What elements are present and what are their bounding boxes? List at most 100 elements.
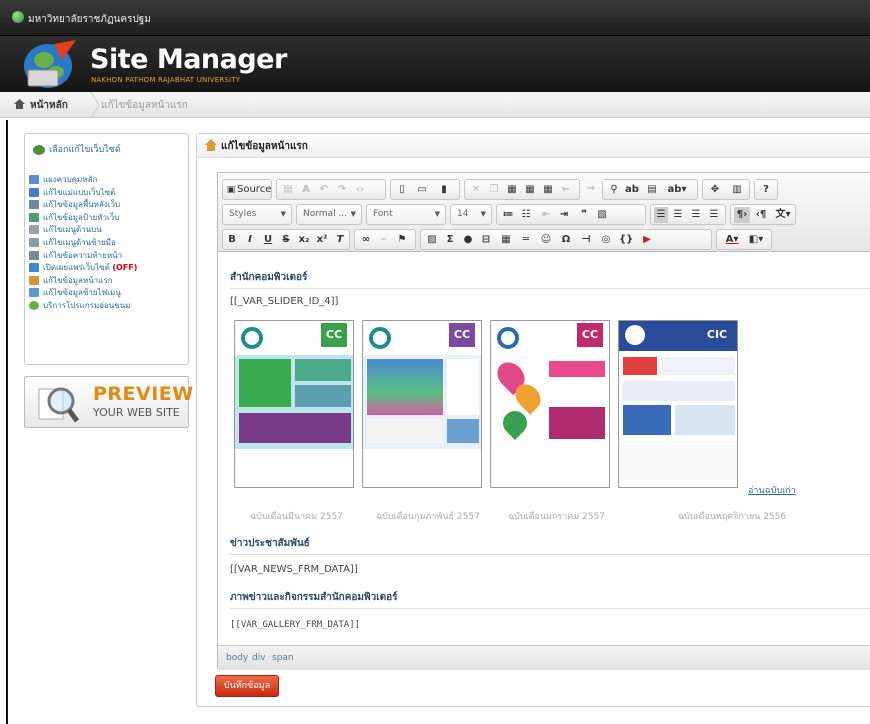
select-site-link[interactable]: เลือกแก้ไขเว็บไซต์ <box>33 142 121 156</box>
superscript-icon[interactable]: x² <box>315 232 329 248</box>
older-issues-link[interactable]: อ่านฉบับเก่า <box>748 483 796 497</box>
maximize-icon[interactable]: ✥ <box>707 182 723 198</box>
thumb-block <box>447 359 479 415</box>
globe-link-icon[interactable]: ◎ <box>599 232 613 248</box>
formula-icon[interactable]: Σ <box>443 232 457 248</box>
path-span[interactable]: span <box>272 653 294 663</box>
find-icon[interactable]: ⚲ <box>607 182 621 198</box>
undo-icon[interactable]: ↶ <box>317 182 331 198</box>
sidebar-item-publish[interactable]: เปิดเผยแพร่เว็บไซต์ (OFF) <box>29 262 187 275</box>
sidebar-item-template[interactable]: แก้ไขแม่แบบเว็บไซต์ <box>29 187 187 200</box>
sidebar-item-label: แผงควบคุมหลัก <box>43 175 98 184</box>
indent-icon[interactable]: ⇥ <box>557 207 571 223</box>
element-path-bar: body div span <box>218 645 870 670</box>
newsletter-thumb-january[interactable]: CC <box>490 320 610 488</box>
save-button[interactable]: บันทึกข้อมูล <box>215 675 279 697</box>
ltr-icon[interactable]: ¶› <box>734 207 750 223</box>
undo-arrow-icon[interactable]: ← <box>559 182 573 198</box>
align-left-icon[interactable]: ☰ <box>654 207 668 223</box>
paste-icon[interactable]: ▦ <box>505 182 519 198</box>
spellcheck-icon[interactable]: ab▾ <box>665 182 689 198</box>
sidebar-item-banner[interactable]: แก้ไขข้อมูลป้ายหัวเว็บ <box>29 212 187 225</box>
blockquote-icon[interactable]: ❞ <box>577 207 591 223</box>
sidebar-item-footer[interactable]: แก้ไขข้อความท้ายหน้า <box>29 250 187 263</box>
cut-icon[interactable]: ✕ <box>469 182 483 198</box>
format-dropdown[interactable]: Normal ... ▼ <box>296 204 362 225</box>
bold-icon[interactable]: B <box>225 232 239 248</box>
numbered-list-icon[interactable]: ≔ <box>501 207 515 223</box>
font-dropdown[interactable]: Font ▼ <box>366 204 446 225</box>
sidebar-item-top-menu[interactable]: แก้ไขเมนูด้านบน <box>29 224 187 237</box>
image-icon[interactable]: ▨ <box>425 232 439 248</box>
justify-icon[interactable]: ☰ <box>707 207 721 223</box>
sidebar-item-label: แก้ไขข้อความท้ายหน้า <box>43 250 123 260</box>
bg-color-icon[interactable]: ◧▾ <box>745 232 767 248</box>
replace-icon[interactable]: ab <box>625 182 639 198</box>
remove-format-icon[interactable]: T <box>333 232 347 248</box>
bullet-list-icon[interactable]: ☷ <box>519 207 533 223</box>
outdent-icon[interactable]: ⇤ <box>539 207 553 223</box>
sidebar-item-label: แก้ไขแม่แบบเว็บไซต์ <box>43 187 116 197</box>
redo-arrow-icon[interactable]: → <box>584 181 598 197</box>
show-blocks-icon[interactable]: ▥ <box>729 182 745 198</box>
language-icon[interactable]: 文▾ <box>773 207 793 223</box>
bold-a-icon[interactable]: A <box>299 182 313 198</box>
horizontal-line-icon[interactable]: ═ <box>519 232 533 248</box>
align-center-icon[interactable]: ☰ <box>671 207 685 223</box>
preview-website-button[interactable]: PREVIEW YOUR WEB SITE <box>24 376 193 428</box>
redo-icon[interactable]: ↷ <box>335 182 349 198</box>
paste-word-icon[interactable]: ▦ <box>541 182 555 198</box>
sidebar-item-label: แก้ไขเมนูด้านบน <box>43 225 102 235</box>
special-char-icon[interactable]: Ω <box>559 232 573 248</box>
save-doc-icon[interactable]: ▤ <box>281 182 295 198</box>
format-value: Normal ... <box>303 209 348 219</box>
sidebar-item-background[interactable]: แก้ไขข้อมูลพื้นหลังเว็บ <box>29 199 187 212</box>
panel-title: แก้ไขข้อมูลหน้าแรก <box>221 141 308 152</box>
div-container-icon[interactable]: ▧ <box>595 207 609 223</box>
newsletter-thumb-february[interactable]: CC <box>362 320 482 488</box>
code-icon[interactable]: ‹› <box>353 182 367 198</box>
copy-icon[interactable]: ❐ <box>487 182 501 198</box>
flash-icon[interactable]: ● <box>461 232 475 248</box>
chevron-down-icon: ▼ <box>480 210 486 218</box>
sidebar-item-homepage[interactable]: แก้ไขข้อมูลหน้าแรก <box>29 275 187 288</box>
table-icon[interactable]: ▦ <box>499 232 513 248</box>
iframe-icon[interactable]: ⊟ <box>479 232 493 248</box>
strike-icon[interactable]: S <box>279 232 293 248</box>
select-all-icon[interactable]: ▤ <box>645 182 659 198</box>
newsletter-thumb-november[interactable]: CIC <box>618 320 738 488</box>
size-dropdown[interactable]: 14 ▼ <box>450 204 492 225</box>
subscript-icon[interactable]: x₂ <box>297 232 311 248</box>
source-button[interactable]: ▣ Source <box>222 179 272 200</box>
new-page-icon[interactable]: ▯ <box>395 182 409 198</box>
sidebar-item-side-menu[interactable]: แก้ไขข้อมูลซ้ายไฟเมนู <box>29 287 187 300</box>
path-div[interactable]: div <box>252 653 266 663</box>
code-snippet-icon[interactable]: {} <box>619 232 633 248</box>
italic-icon[interactable]: I <box>243 232 257 248</box>
anchor-icon[interactable]: ⚑ <box>395 232 409 248</box>
template-page-icon[interactable]: ▮ <box>437 182 451 198</box>
underline-icon[interactable]: U <box>261 232 275 248</box>
sidebar-item-dashboard[interactable]: แผงควบคุมหลัก <box>29 174 187 187</box>
styles-dropdown[interactable]: Styles ▼ <box>222 204 292 225</box>
page-break-icon[interactable]: ⊣ <box>579 232 593 248</box>
toolbar-group-basic: B I U S x₂ x² T <box>222 229 350 250</box>
path-body[interactable]: body <box>226 653 248 663</box>
text-color-icon[interactable]: A▾ <box>721 232 743 248</box>
preview-icon[interactable]: ▭ <box>415 182 429 198</box>
rich-text-editor: ▣ Source ▤ A ↶ ↷ ‹› ▯ ▭ ▮ ✕ ❐ ▦ ▦ ▦ ← → … <box>217 172 870 670</box>
youtube-icon[interactable]: ▶ <box>639 232 655 248</box>
breadcrumb-home[interactable]: หน้าหลัก <box>30 98 68 113</box>
sidebar-item-services[interactable]: บริการโปรแกรมอ่อนขนม <box>29 300 187 313</box>
paste-text-icon[interactable]: ▦ <box>523 182 537 198</box>
unlink-icon[interactable]: ⌁ <box>377 232 391 248</box>
newsletter-thumb-march[interactable]: CC <box>234 320 354 488</box>
help-button[interactable]: ? <box>754 179 778 200</box>
rtl-icon[interactable]: ‹¶ <box>753 207 769 223</box>
smiley-icon[interactable]: ☺ <box>539 232 553 248</box>
house-icon <box>205 139 217 151</box>
editor-content[interactable]: สำนักคอมพิวเตอร์ [[_VAR_SLIDER_ID_4]] CC… <box>218 252 870 645</box>
align-right-icon[interactable]: ☰ <box>689 207 703 223</box>
sidebar-item-left-menu[interactable]: แก้ไขเมนูด้านซ้ายมือ <box>29 237 187 250</box>
link-icon[interactable]: ∞ <box>359 232 373 248</box>
